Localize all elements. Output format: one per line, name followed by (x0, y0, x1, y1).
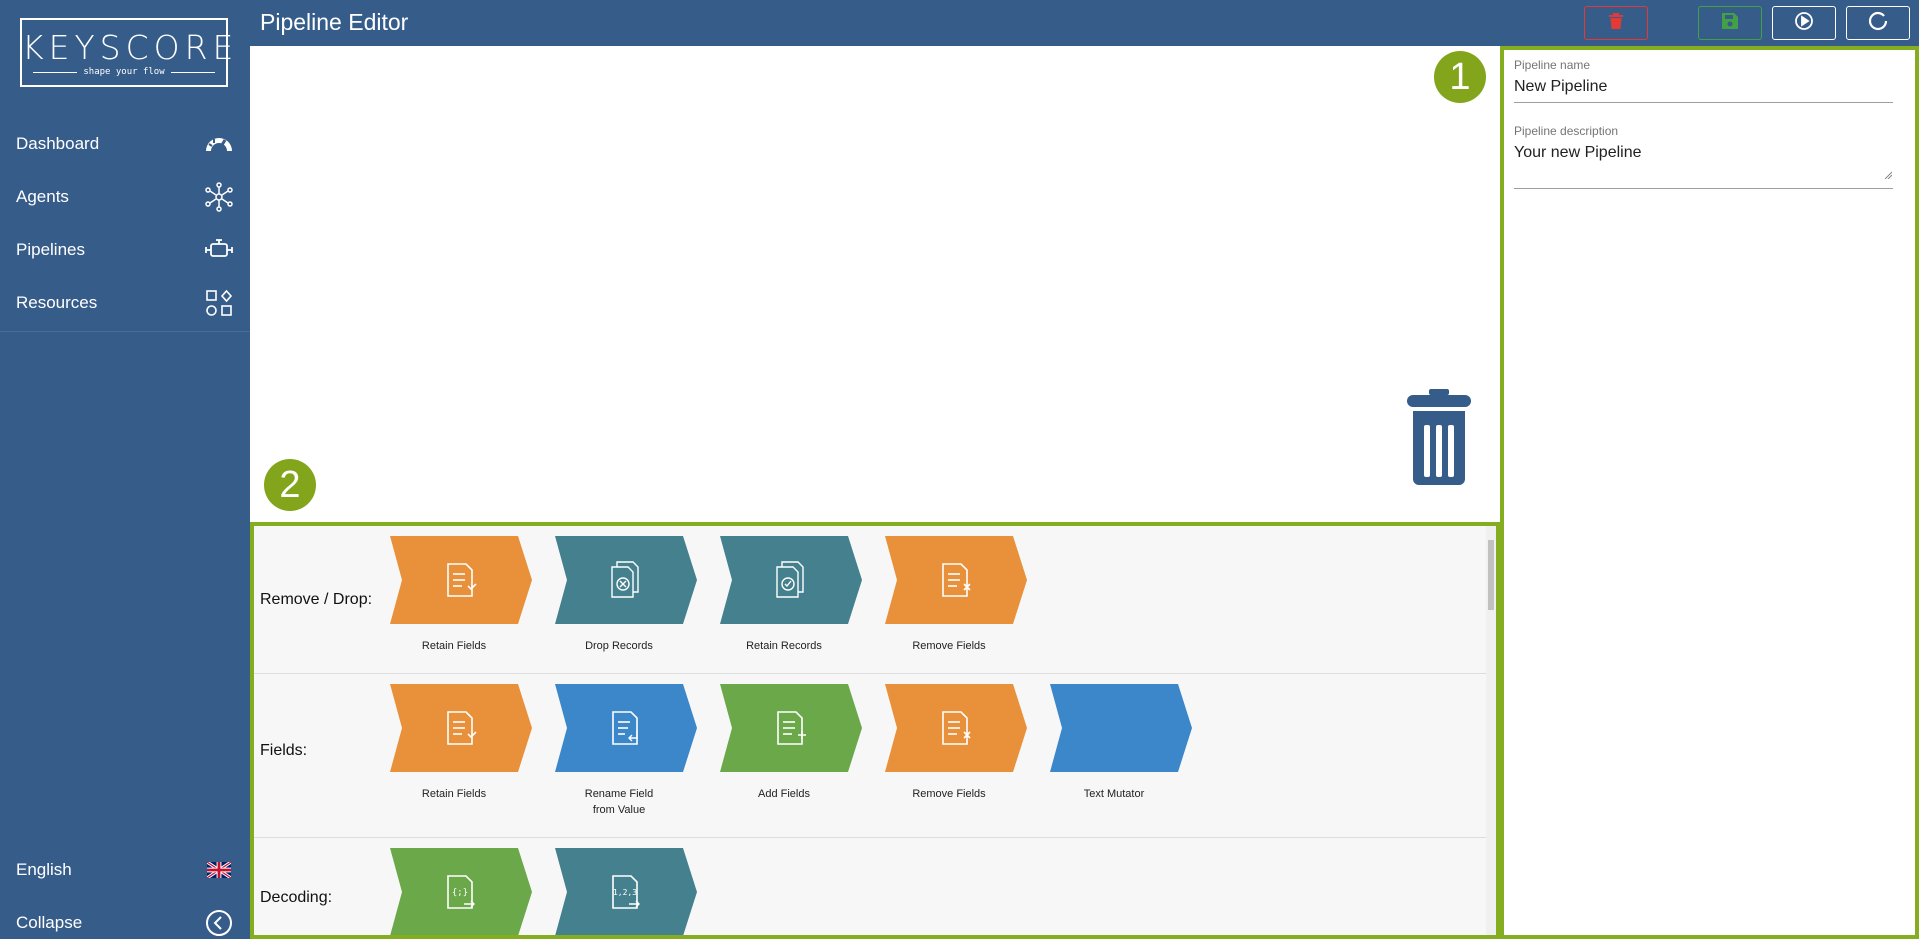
step-badge-2: 2 (264, 459, 316, 511)
chevron-left-icon (204, 908, 234, 938)
page-title: Pipeline Editor (260, 9, 409, 35)
filter-block-label: Retain Fields (421, 640, 487, 652)
filter-block[interactable]: Remove Fields (885, 536, 1027, 654)
logo-word: KEYSCORE (22, 28, 239, 67)
dashboard-icon (204, 129, 234, 159)
filter-blocks-panel: Remove / Drop: Retain Fields Drop Records R… (250, 522, 1500, 939)
filter-block-label: Drop Records (585, 640, 653, 652)
filter-block[interactable]: Retain Records (720, 536, 862, 654)
collapse-label: Collapse (16, 912, 83, 932)
pipeline-description-text: Your new Pipeline (1514, 144, 1642, 161)
trash-icon (1609, 12, 1623, 34)
filter-block-label: Add Fields (758, 788, 810, 800)
header: Pipeline Editor (250, 0, 1919, 46)
nav-item-label: Dashboard (16, 133, 100, 153)
filter-block[interactable]: {;} (390, 848, 532, 935)
step-badge-1: 1 (1434, 51, 1486, 103)
block-category-label: Decoding: (260, 889, 333, 906)
resources-icon (204, 288, 234, 318)
block-category-label: Fields: (260, 742, 308, 759)
pipeline-description-input[interactable]: Your new Pipeline (1514, 144, 1893, 189)
save-icon (1722, 12, 1738, 34)
svg-text:1,2,3: 1,2,3 (613, 888, 637, 897)
nav-divider (0, 331, 250, 332)
filter-block-label: Rename Field from Value (584, 788, 654, 816)
agents-icon (204, 181, 234, 212)
nav-item-dashboard[interactable]: Dashboard (0, 117, 250, 170)
block-category-row: Remove / Drop: Retain Fields Drop Records R… (254, 526, 1490, 674)
pipelines-icon (204, 235, 234, 265)
filter-block[interactable]: Text Mutator (1050, 684, 1192, 802)
delete-button[interactable] (1584, 6, 1648, 40)
filter-block[interactable]: Add Fields (720, 684, 862, 802)
filter-block-label: Remove Fields (912, 788, 986, 800)
nav-item-label: Resources (16, 292, 98, 312)
nav-item-agents[interactable]: Agents (0, 170, 250, 223)
collapse-button[interactable]: Collapse (0, 896, 250, 949)
filter-block-label: Text Mutator (1083, 788, 1145, 800)
sidebar: KEYSCORE shape your flow Dashboard Agent… (0, 0, 250, 939)
filter-block[interactable]: Retain Fields (390, 684, 532, 802)
save-button[interactable] (1698, 6, 1762, 40)
svg-text:{;}: {;} (452, 888, 468, 898)
language-label: English (16, 859, 72, 879)
filter-block[interactable]: Drop Records (555, 536, 697, 654)
logo-tagline: shape your flow (83, 67, 165, 77)
nav-item-label: Agents (16, 186, 69, 206)
trash-drop-zone[interactable] (1407, 389, 1471, 490)
refresh-icon (1867, 10, 1889, 37)
filter-block-label: Remove Fields (912, 640, 986, 652)
filter-block[interactable]: Remove Fields (885, 684, 1027, 802)
block-category-row: Decoding: {;} 1,2,3 (254, 838, 1490, 935)
pipeline-canvas[interactable]: 1 2 (250, 46, 1500, 522)
trash-icon (1407, 389, 1471, 489)
keyscore-logo[interactable]: KEYSCORE shape your flow (20, 18, 239, 87)
pipeline-properties-panel: Pipeline name New Pipeline Pipeline desc… (1500, 46, 1919, 939)
pipeline-name-label: Pipeline name (1514, 58, 1591, 72)
filter-block[interactable]: Retain Fields (390, 536, 532, 654)
refresh-button[interactable] (1846, 6, 1910, 40)
pipeline-description-label: Pipeline description (1514, 124, 1619, 138)
block-category-row: Fields: Retain Fields Rename Field from Val… (254, 674, 1490, 838)
block-category-label: Remove / Drop: (260, 591, 373, 608)
resize-handle-icon[interactable] (1884, 166, 1893, 184)
nav-item-pipelines[interactable]: Pipelines (0, 223, 250, 276)
nav-item-label: Pipelines (16, 239, 85, 259)
filter-block[interactable]: Rename Field from Value (555, 684, 697, 818)
scrollbar[interactable] (1486, 526, 1496, 935)
pipeline-name-input[interactable]: New Pipeline (1514, 78, 1893, 103)
filter-block-label: Retain Records (746, 640, 822, 652)
scrollbar-thumb[interactable] (1488, 540, 1494, 610)
filter-block-label: Retain Fields (421, 788, 487, 800)
play-circle-icon (1794, 11, 1814, 36)
pipeline-description-field: Pipeline description Your new Pipeline (1514, 124, 1893, 189)
run-button[interactable] (1772, 6, 1836, 40)
language-selector[interactable]: English (0, 843, 250, 896)
pipeline-name-field: Pipeline name New Pipeline (1514, 58, 1893, 103)
filter-block[interactable]: 1,2,3 (555, 848, 697, 935)
uk-flag-icon (204, 855, 234, 885)
nav-item-resources[interactable]: Resources (0, 276, 250, 329)
